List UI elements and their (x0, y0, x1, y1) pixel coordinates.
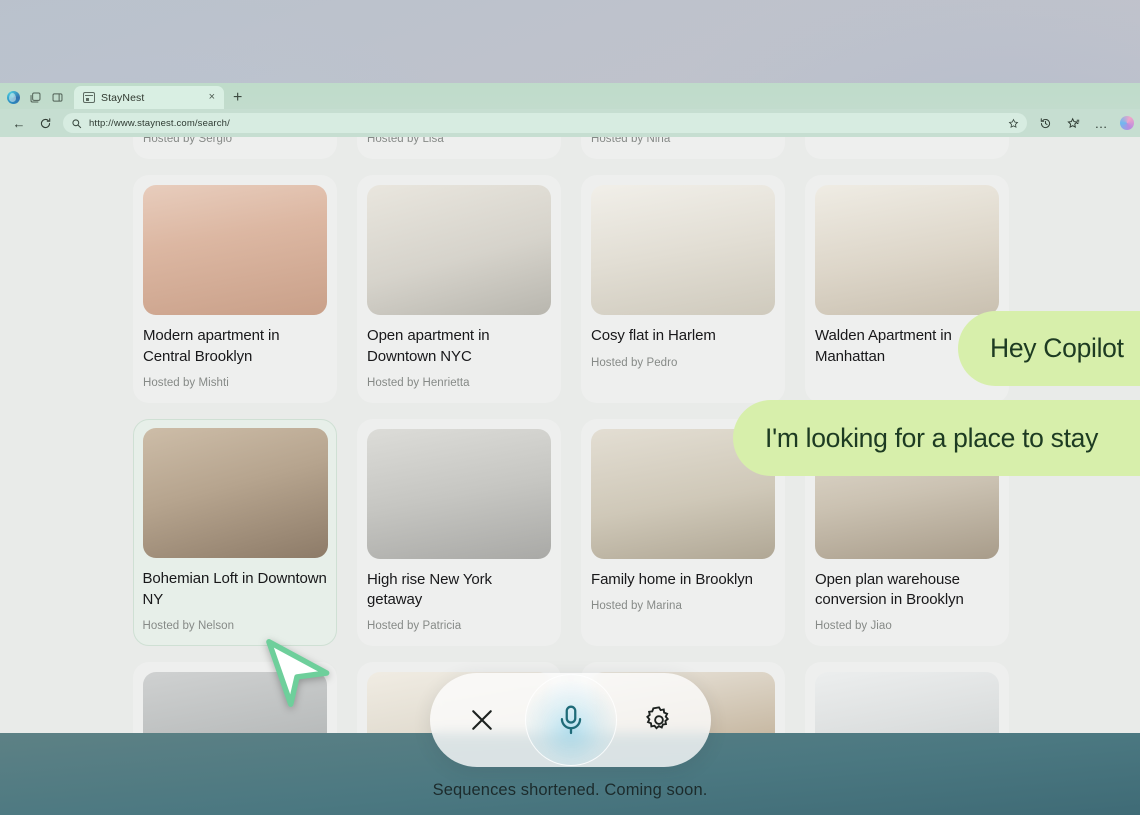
toolbar-actions: … (1032, 111, 1134, 135)
listing-title: Family home in Brooklyn (591, 570, 753, 588)
listing-thumbnail (142, 428, 328, 559)
listing-thumbnail (367, 185, 551, 316)
listing-card[interactable]: Modern apartment in Central Brooklyn Hos… (133, 175, 337, 403)
listing-host: Hosted by Henrietta (367, 376, 470, 389)
listing-card[interactable]: Cosy flat in Harlem Hosted by Pedro (581, 175, 785, 403)
listing-card[interactable]: Open apartment in Downtown NYC Hosted by… (357, 175, 561, 403)
search-icon (71, 118, 82, 129)
listing-title: Open plan warehouse conversion in Brookl… (815, 570, 964, 608)
voice-control-bar (430, 673, 711, 767)
listing-host: Hosted by Marina (591, 600, 682, 612)
chat-bubble-user: I'm looking for a place to stay (733, 400, 1140, 476)
pointer-cursor-icon (266, 639, 330, 707)
listing-title: High rise New York getaway (367, 570, 492, 608)
listing-card[interactable]: Lower East Side Hosted by Lisa (357, 137, 561, 160)
tab-staynest[interactable]: StayNest × (74, 86, 224, 109)
listing-card[interactable]: Hosted by Jack (805, 137, 1009, 160)
listing-title: Bohemian Loft in Downtown NY (142, 570, 327, 608)
back-button[interactable]: ← (6, 111, 32, 135)
listing-thumbnail (367, 428, 551, 559)
history-icon[interactable] (1032, 111, 1058, 135)
url-text: http://www.staynest.com/search/ (89, 117, 230, 129)
reload-button[interactable] (32, 111, 58, 135)
listing-title: Open apartment in Downtown NYC (367, 327, 490, 365)
listing-thumbnail (815, 185, 999, 316)
listing-host: Hosted by Nelson (142, 619, 235, 632)
listing-card[interactable]: High rise New York getaway Hosted by Pat… (357, 418, 561, 647)
listing-thumbnail (591, 185, 775, 316)
copilot-icon[interactable] (1120, 116, 1134, 130)
listing-host: Hosted by Patricia (367, 620, 462, 633)
listing-host: Hosted by Nina (591, 137, 671, 146)
listing-host: Hosted by Sergio (143, 137, 233, 146)
page-icon (83, 92, 95, 103)
address-bar[interactable]: http://www.staynest.com/search/ (63, 113, 1027, 133)
tab-title: StayNest (101, 91, 145, 104)
listing-host: Hosted by Mishti (143, 376, 229, 389)
browser-tab-strip: StayNest × + (0, 83, 1140, 109)
close-icon[interactable]: × (206, 92, 218, 103)
chat-bubble-text: I'm looking for a place to stay (765, 422, 1099, 453)
listing-title: Cosy flat in Harlem (591, 327, 716, 345)
favorite-star-icon[interactable] (1008, 118, 1019, 129)
edge-logo-icon (2, 85, 24, 109)
collections-icon[interactable] (1060, 111, 1086, 135)
listing-host: Hosted by Lisa (367, 137, 444, 146)
desktop-backdrop: StayNest × + ← http://www.staynest.com/s… (0, 0, 1140, 815)
listing-card-selected[interactable]: Bohemian Loft in Downtown NY Hosted by N… (133, 418, 337, 647)
tab-actions-icon[interactable] (24, 85, 46, 109)
caption-text: Sequences shortened. Coming soon. (432, 781, 708, 799)
close-icon[interactable] (458, 696, 506, 744)
listing-card[interactable]: East Side Hosted by Sergio (133, 137, 337, 160)
browser-toolbar: ← http://www.staynest.com/search/ … (0, 109, 1140, 137)
split-screen-icon[interactable] (46, 85, 68, 109)
listing-host: Hosted by Jiao (815, 620, 892, 633)
listing-title: Modern apartment in Central Brooklyn (143, 327, 280, 365)
microphone-icon[interactable] (524, 674, 617, 766)
new-tab-button[interactable]: + (233, 90, 242, 106)
chat-bubble-text: Hey Copilot (990, 333, 1124, 363)
listing-thumbnail (143, 185, 327, 316)
gear-icon[interactable] (635, 696, 683, 744)
listing-card[interactable]: Manhattan station Hosted by Nina (581, 137, 785, 160)
listing-host: Hosted by Pedro (591, 356, 678, 369)
chat-bubble-user: Hey Copilot (958, 311, 1140, 386)
more-options-icon[interactable]: … (1088, 111, 1114, 135)
